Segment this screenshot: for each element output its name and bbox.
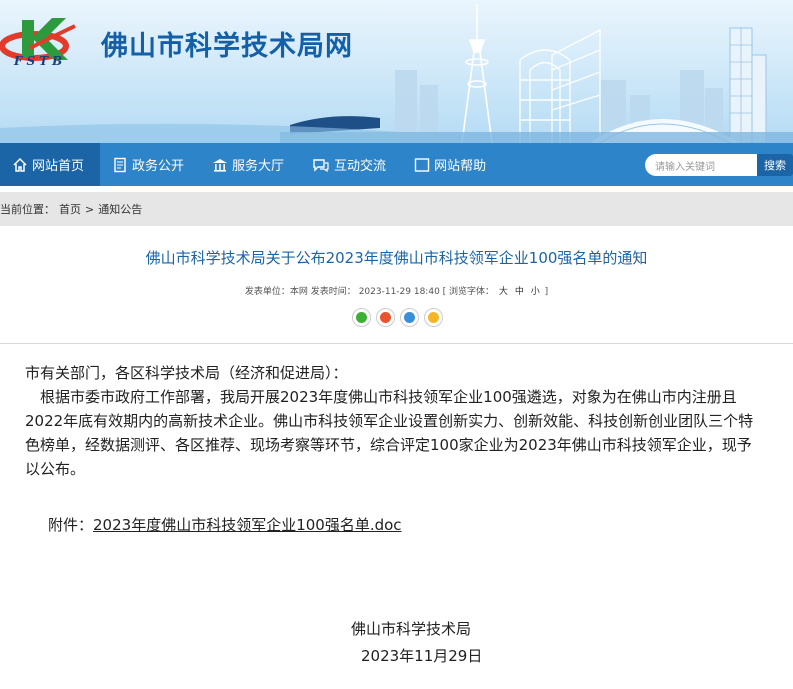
weibo-icon[interactable] <box>376 308 395 327</box>
content-divider <box>0 343 793 344</box>
nav-item-interaction[interactable]: 互动交流 <box>300 143 402 186</box>
home-icon <box>13 157 27 172</box>
breadcrumb-current[interactable]: 通知公告 <box>98 201 142 217</box>
search-button[interactable]: 搜索 <box>757 154 793 176</box>
main-nav: 网站首页 政务公开 服务大厅 互动交流 网站帮助 请输入关键词 搜索 <box>0 143 793 186</box>
font-size-medium[interactable]: 中 <box>515 287 524 297</box>
wechat-icon[interactable] <box>352 308 371 327</box>
chat-icon <box>313 158 329 172</box>
nav-item-help[interactable]: 网站帮助 <box>402 143 502 186</box>
share-bar <box>352 308 443 327</box>
favorite-icon[interactable] <box>424 308 443 327</box>
breadcrumb-home-link[interactable]: 首页 <box>59 201 81 217</box>
header-banner: FSTB 佛山市科学技术局网 <box>0 0 793 143</box>
site-title[interactable]: 佛山市科学技术局网 <box>101 24 353 63</box>
nav-item-home[interactable]: 网站首页 <box>0 143 101 186</box>
font-size-close: ] <box>544 287 549 297</box>
nav-item-label: 网站帮助 <box>434 159 487 174</box>
search-input[interactable]: 请输入关键词 <box>645 154 757 176</box>
article-title: 佛山市科学技术局关于公布2023年度佛山市科技领军企业100强名单的通知 <box>145 249 648 267</box>
article-body: 市有关部门，各区科学技术局（经济和促进局）： 根据市委市政府工作部署，我局开展2… <box>25 361 765 481</box>
publisher: 本网 <box>289 287 308 297</box>
publisher-label: 发表单位： <box>244 287 290 297</box>
salutation: 市有关部门，各区科学技术局（经济和促进局）： <box>25 364 348 382</box>
nav-item-service-hall[interactable]: 服务大厅 <box>200 143 300 186</box>
help-icon <box>414 157 430 172</box>
article-meta: 发表单位：本网 发表时间： 2023-11-29 18:40 [ 浏览字体： 大… <box>0 284 793 297</box>
body-paragraph: 根据市委市政府工作部署，我局开展2023年度佛山市科技领军企业100强遴选，对象… <box>25 388 754 478</box>
breadcrumb-separator: > <box>85 202 95 216</box>
qq-icon[interactable] <box>400 308 419 327</box>
city-skyline-illustration <box>0 4 793 143</box>
nav-item-gov-affairs[interactable]: 政务公开 <box>100 143 200 186</box>
attachment-link[interactable]: 2023年度佛山市科技领军企业100强名单.doc <box>93 516 402 534</box>
logo-text: FSTB <box>14 54 67 68</box>
attachment-label: 附件： <box>48 516 94 534</box>
signature-date: 2023年11月29日 <box>361 647 483 665</box>
nav-item-label: 互动交流 <box>334 159 387 174</box>
attachment: 附件：2023年度佛山市科技领军企业100强名单.doc <box>48 514 402 535</box>
font-size-large[interactable]: 大 <box>499 287 508 297</box>
nav-item-label: 服务大厅 <box>232 159 285 174</box>
publish-time: 2023-11-29 18:40 <box>358 287 440 297</box>
building-icon <box>213 158 228 172</box>
document-icon <box>114 157 126 172</box>
nav-item-label: 网站首页 <box>32 159 85 174</box>
breadcrumb-prefix: 当前位置： <box>0 203 55 216</box>
nav-item-label: 政务公开 <box>132 159 185 174</box>
font-size-small[interactable]: 小 <box>531 287 540 297</box>
font-size-label: [ 浏览字体： <box>442 287 495 297</box>
time-label: 发表时间： <box>310 287 356 297</box>
breadcrumb: 当前位置： 首页 > 通知公告 <box>0 192 793 226</box>
signature: 佛山市科学技术局 <box>351 620 472 638</box>
